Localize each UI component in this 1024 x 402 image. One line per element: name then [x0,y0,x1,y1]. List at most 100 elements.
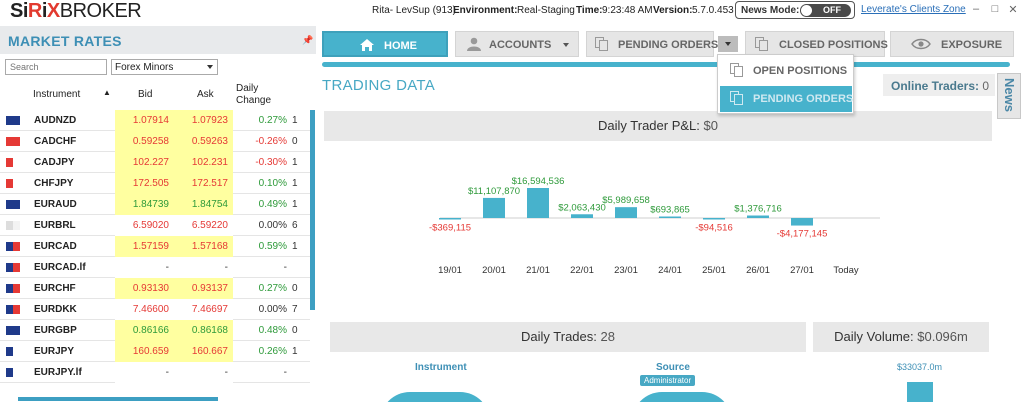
tab-pending-orders[interactable]: PENDING ORDERS [586,31,718,57]
column-bid[interactable]: Bid [138,89,152,100]
bid-cell[interactable]: 172.505 [115,173,174,194]
bid-cell[interactable]: 7.46600 [115,299,174,320]
volume-title-value: $0.096m [917,329,968,344]
chart-bar[interactable] [615,207,637,218]
sort-asc-icon[interactable]: ▲ [103,88,111,97]
flag-right [13,221,20,230]
menu-item-pending-orders[interactable]: PENDING ORDERS [720,86,853,112]
bid-cell[interactable]: - [115,257,174,278]
ask-cell[interactable]: 6.59220 [174,215,233,236]
rates-row[interactable]: EURJPY 160.659 160.667 0.26% 1 [0,341,310,362]
column-change[interactable]: Change [236,95,271,106]
pending-orders-dropdown-toggle[interactable] [718,36,738,52]
tab-closed-positions-label: CLOSED POSITIONS [779,39,888,51]
rates-row[interactable]: EURJPY.lf - - - [0,362,310,383]
instrument-name: CHFJPY [34,178,74,189]
bid-cell[interactable]: 0.59258 [115,131,174,152]
bid-cell[interactable]: 1.84739 [115,194,174,215]
rates-row[interactable]: EURCAD 1.57159 1.57168 0.59% 1 [0,236,310,257]
ask-cell[interactable]: - [174,257,233,278]
ask-cell[interactable]: - [174,362,233,383]
tab-home[interactable]: HOME [322,31,448,57]
daily-change-cell: 0.49% [258,199,287,210]
chart-bar[interactable] [791,218,813,226]
title-bar: SiRiXBROKER Rita- LevSup (913) Environme… [0,0,1024,24]
next-column-cell: 0 [292,136,298,147]
instrument-name: EURJPY [34,346,75,357]
bid-cell[interactable]: 1.07914 [115,110,174,131]
news-side-tab[interactable]: News [997,73,1021,119]
bid-cell[interactable]: 0.86166 [115,320,174,341]
chart-category-label: 25/01 [702,265,726,276]
chart-bar[interactable] [703,218,725,220]
rates-row[interactable]: CADCHF 0.59258 0.59263 -0.26% 0 [0,131,310,152]
volume-panel-title: Daily Volume: $0.096m [813,322,989,352]
horizontal-scrollbar[interactable] [18,397,218,401]
chart-category-label: 23/01 [614,265,638,276]
ask-cell[interactable]: 172.517 [174,173,233,194]
column-ask[interactable]: Ask [197,89,214,100]
chart-bar[interactable] [483,197,505,218]
rates-row[interactable]: EURDKK 7.46600 7.46697 0.00% 7 [0,299,310,320]
currency-flag-icon [6,221,20,230]
next-column-cell: 1 [292,178,298,189]
rates-row[interactable]: EURAUD 1.84739 1.84754 0.49% 1 [0,194,310,215]
instrument-name: EURJPY.lf [34,367,82,378]
ask-cell[interactable]: 160.667 [174,341,233,362]
rates-row[interactable]: EURGBP 0.86166 0.86168 0.48% 0 [0,320,310,341]
clients-zone-link[interactable]: Leverate's Clients Zone [861,4,966,15]
tab-accounts[interactable]: ACCOUNTS [455,31,579,57]
daily-change-cell: - [283,367,287,378]
bid-cell[interactable]: 1.57159 [115,236,174,257]
chevron-down-icon [563,43,569,47]
ask-cell[interactable]: 7.46697 [174,299,233,320]
rates-row[interactable]: CADJPY 102.227 102.231 -0.30% 1 [0,152,310,173]
ask-cell[interactable]: 1.57168 [174,236,233,257]
chart-category-label: Today [833,265,859,276]
bid-cell[interactable]: 6.59020 [115,215,174,236]
vertical-scrollbar[interactable] [310,110,315,310]
search-input[interactable] [5,59,107,75]
minimize-button[interactable]: ‒ [970,3,982,15]
rates-row[interactable]: EURCHF 0.93130 0.93137 0.27% 0 [0,278,310,299]
bid-cell[interactable]: 102.227 [115,152,174,173]
ask-cell[interactable]: 1.84754 [174,194,233,215]
news-mode-toggle[interactable]: OFF [800,4,851,17]
tab-exposure[interactable]: EXPOSURE [890,31,1014,57]
ask-cell[interactable]: 0.86168 [174,320,233,341]
chart-bar[interactable] [439,218,461,220]
close-button[interactable]: ✕ [1007,3,1019,16]
menu-item-open-positions[interactable]: OPEN POSITIONS [720,58,852,84]
rates-row[interactable]: CHFJPY 172.505 172.517 0.10% 1 [0,173,310,194]
next-column-cell: 1 [292,157,298,168]
trades-title: Daily Trades: 28 [521,329,615,344]
maximize-button[interactable]: □ [989,3,1001,15]
bid-cell[interactable]: - [115,362,174,383]
currency-flag-icon [6,347,20,356]
column-instrument[interactable]: Instrument [33,89,80,100]
ask-cell[interactable]: 0.93137 [174,278,233,299]
instrument-name: CADCHF [34,136,77,147]
chart-bar[interactable] [571,214,593,218]
flag-right [13,326,20,335]
column-daily[interactable]: Daily [236,83,258,94]
ask-cell[interactable]: 1.07923 [174,110,233,131]
ask-cell[interactable]: 102.231 [174,152,233,173]
daily-change-cell: 0.10% [258,178,287,189]
flag-left [6,284,13,293]
pin-icon[interactable]: 📌 [302,35,313,46]
rates-row[interactable]: EURCAD.lf - - - [0,257,310,278]
rates-row[interactable]: EURBRL 6.59020 6.59220 0.00% 6 [0,215,310,236]
chart-bar[interactable] [527,188,549,218]
bid-cell[interactable]: 0.93130 [115,278,174,299]
bid-cell[interactable]: 160.659 [115,341,174,362]
source-pie-chart [632,392,732,402]
daily-change-cell: 0.00% [258,304,287,315]
daily-change-cell: 0.00% [258,220,287,231]
chart-bar[interactable] [747,215,769,218]
ask-cell[interactable]: 0.59263 [174,131,233,152]
page-title: TRADING DATA [322,77,436,94]
rates-row[interactable]: AUDNZD 1.07914 1.07923 0.27% 1 [0,110,310,131]
instrument-group-select[interactable]: Forex Minors [111,59,218,75]
chart-bar[interactable] [659,216,681,219]
